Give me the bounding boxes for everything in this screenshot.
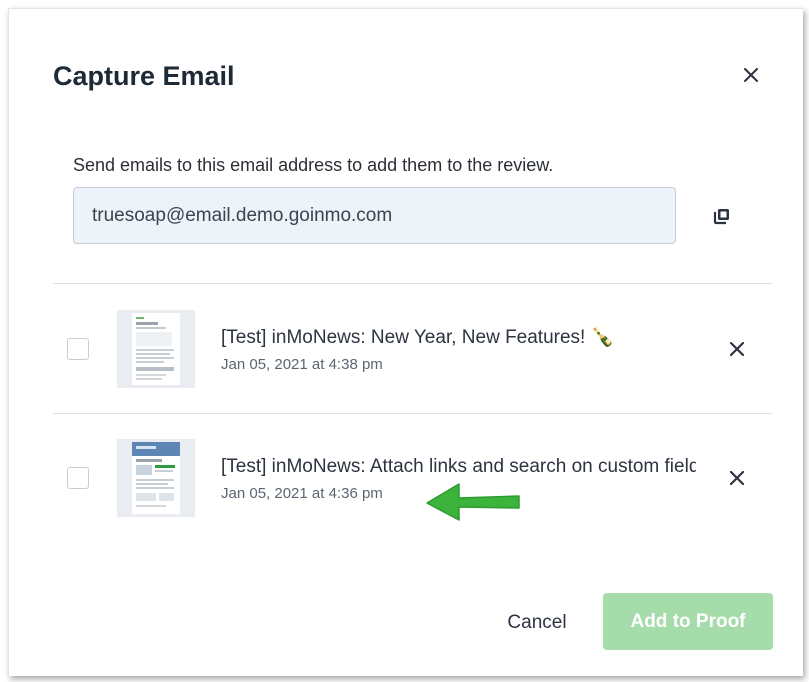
close-icon xyxy=(730,471,744,485)
remove-email-button[interactable] xyxy=(725,337,749,361)
instructions-text: Send emails to this email address to add… xyxy=(73,155,554,175)
close-icon xyxy=(730,342,744,356)
email-list-item: [Test] inMoNews: New Year, New Features!… xyxy=(53,285,772,413)
email-select-checkbox[interactable] xyxy=(67,338,89,360)
email-date: Jan 05, 2021 at 4:36 pm xyxy=(221,485,383,502)
close-icon xyxy=(744,68,758,82)
email-thumbnail-image xyxy=(117,310,195,388)
capture-email-dialog: Capture Email Send emails to this email … xyxy=(8,8,803,676)
add-to-proof-button[interactable]: Add to Proof xyxy=(603,593,773,650)
dialog-title: Capture Email xyxy=(53,61,235,91)
email-subject: [Test] inMoNews: New Year, New Features!… xyxy=(221,327,615,348)
email-select-checkbox[interactable] xyxy=(67,467,89,489)
green-arrow-annotation xyxy=(426,483,520,521)
email-thumbnail xyxy=(117,439,195,517)
divider xyxy=(53,283,772,284)
email-thumbnail-image xyxy=(117,439,195,517)
email-date: Jan 05, 2021 at 4:38 pm xyxy=(221,356,383,373)
copy-email-button[interactable] xyxy=(709,203,735,229)
dialog-close-button[interactable] xyxy=(737,61,765,89)
remove-email-button[interactable] xyxy=(725,466,749,490)
email-list-item: [Test] inMoNews: Attach links and search… xyxy=(53,414,772,542)
copy-icon xyxy=(713,209,729,225)
capture-email-address-field[interactable] xyxy=(73,187,676,244)
cancel-button[interactable]: Cancel xyxy=(489,605,585,641)
email-thumbnail xyxy=(117,310,195,388)
